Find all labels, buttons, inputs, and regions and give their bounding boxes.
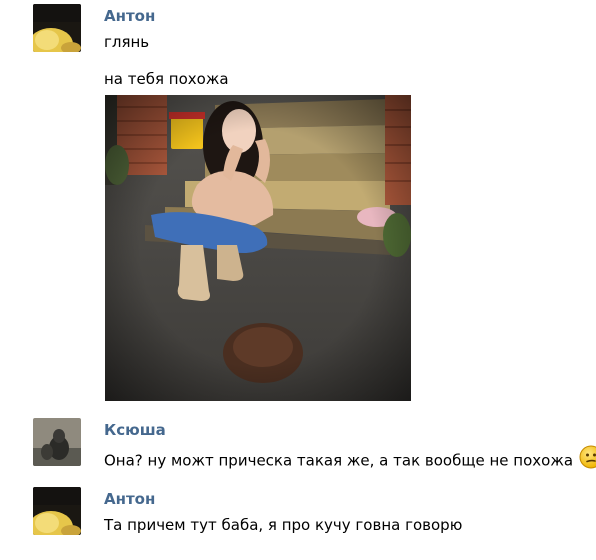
avatar-anton[interactable] bbox=[33, 487, 81, 535]
confused-face-icon bbox=[579, 445, 596, 473]
photo-image bbox=[105, 95, 411, 401]
avatar-anton[interactable] bbox=[33, 4, 81, 52]
author-name[interactable]: Ксюша bbox=[104, 421, 166, 439]
message-text: на тебя похожа bbox=[104, 70, 229, 88]
user-avatar-anton-icon bbox=[33, 4, 81, 52]
photo-attachment[interactable] bbox=[105, 95, 411, 401]
user-avatar-anton-icon bbox=[33, 487, 81, 535]
user-avatar-ksyusha-icon bbox=[33, 418, 81, 466]
message-text: Та причем тут баба, я про кучу говна гов… bbox=[104, 516, 463, 534]
message-text: глянь bbox=[104, 33, 150, 51]
author-name[interactable]: Антон bbox=[104, 7, 155, 25]
author-name[interactable]: Антон bbox=[104, 490, 155, 508]
message-text: Она? ну можт прическа такая же, а так во… bbox=[104, 451, 574, 470]
message-text-row: Она? ну можт прическа такая же, а так во… bbox=[104, 445, 596, 475]
avatar-ksyusha[interactable] bbox=[33, 418, 81, 466]
